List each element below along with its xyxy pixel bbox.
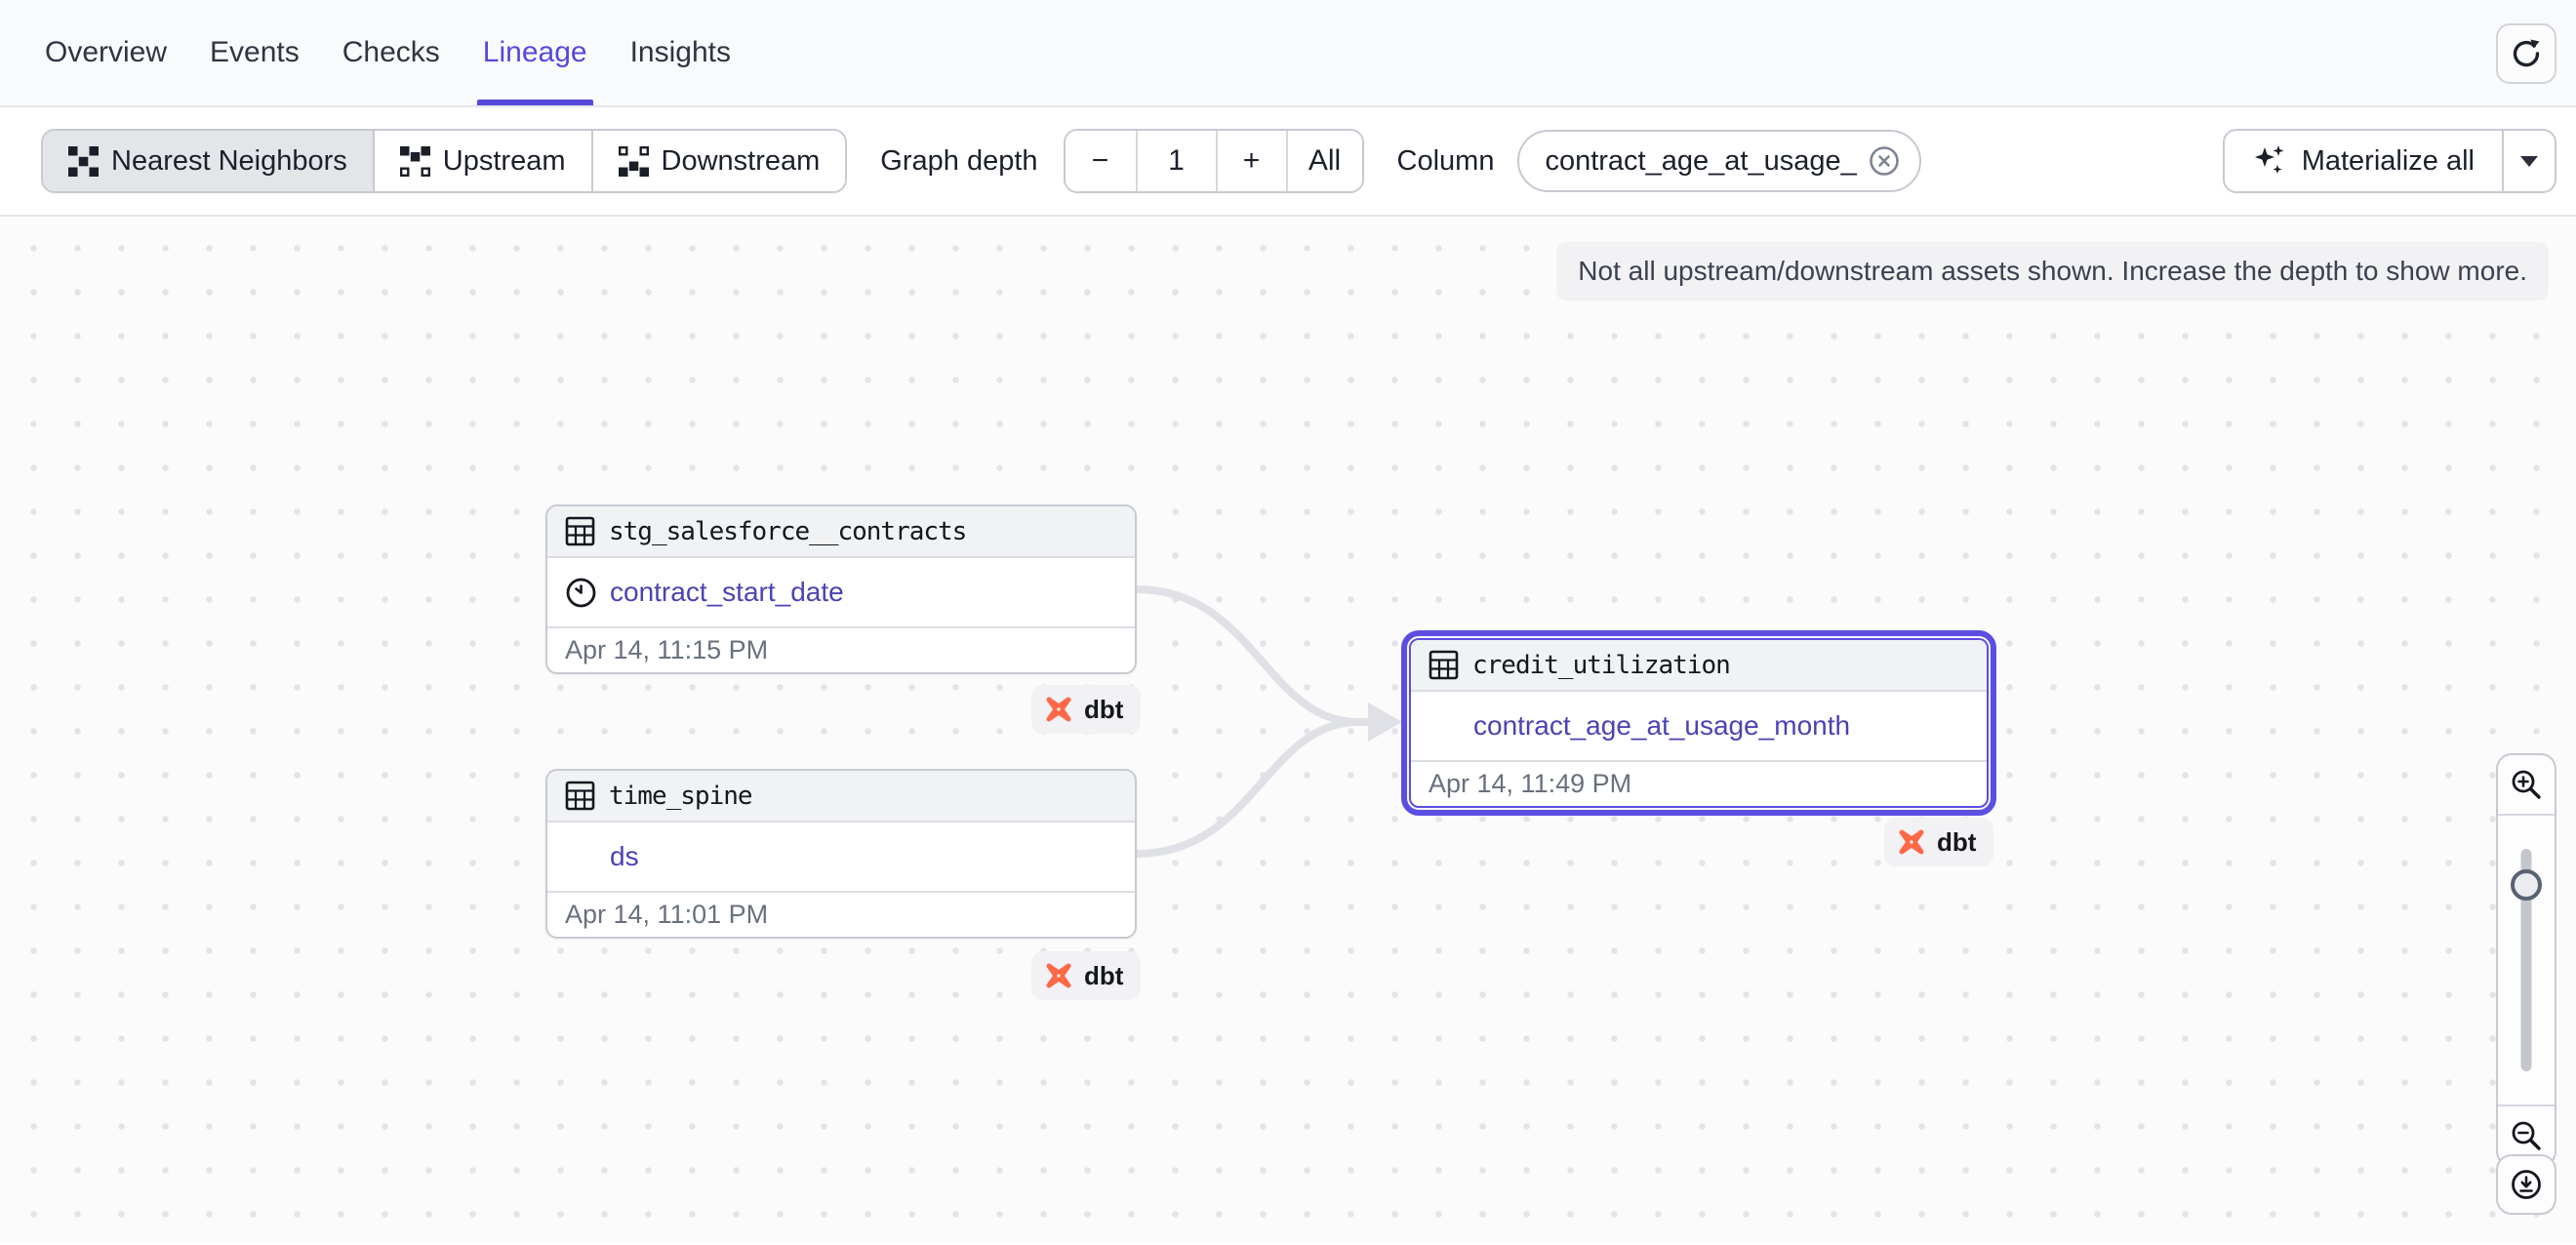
tab-bar: Overview Events Checks Lineage Insights [0, 0, 2576, 107]
column-filter-chip[interactable]: contract_age_at_usage_ [1517, 130, 1920, 192]
graph-depth-label: Graph depth [880, 145, 1037, 178]
view-mode-nearest-neighbors[interactable]: Nearest Neighbors [43, 131, 375, 191]
column-label: Column [1397, 145, 1495, 178]
asset-name: stg_salesforce__contracts [609, 517, 966, 546]
tab-insights[interactable]: Insights [630, 0, 731, 105]
tab-lineage[interactable]: Lineage [483, 0, 587, 105]
dbt-badge: dbt [1884, 818, 1993, 866]
lineage-toolbar: Nearest Neighbors Upstream Downs [0, 107, 2576, 217]
clock-icon [565, 577, 597, 609]
asset-node-body: ds [547, 823, 1135, 891]
table-icon [1429, 650, 1459, 680]
refresh-button[interactable] [2496, 23, 2556, 84]
downstream-icon [619, 146, 649, 177]
asset-name: time_spine [609, 782, 752, 811]
depth-all-button[interactable]: All [1288, 131, 1362, 191]
asset-node-credit-utilization[interactable]: credit_utilization contract_age_at_usage… [1409, 638, 1989, 808]
column-link[interactable]: ds [610, 841, 639, 872]
materialize-all-button[interactable]: Materialize all [2223, 129, 2504, 193]
depth-notice: Not all upstream/downstream assets shown… [1556, 242, 2549, 301]
dbt-badge-label: dbt [1937, 827, 1976, 858]
asset-node-body: contract_start_date [547, 558, 1135, 626]
dbt-logo-icon [1043, 694, 1074, 725]
upstream-icon [400, 146, 430, 177]
dbt-badge: dbt [1031, 951, 1141, 1000]
recenter-view-button[interactable] [2496, 1154, 2556, 1215]
depth-decrement-button[interactable]: − [1066, 131, 1138, 191]
asset-node-body: contract_age_at_usage_month [1411, 692, 1987, 760]
view-mode-group: Nearest Neighbors Upstream Downs [41, 129, 847, 193]
lineage-canvas[interactable]: Not all upstream/downstream assets shown… [0, 217, 2576, 1243]
depth-value: 1 [1138, 131, 1218, 191]
nearest-neighbors-icon [68, 146, 99, 177]
materialization-timestamp: Apr 14, 11:49 PM [1411, 760, 1987, 806]
graph-depth-stepper: − 1 + All [1064, 129, 1364, 193]
clear-filter-icon[interactable] [1869, 145, 1900, 177]
dbt-logo-icon [1043, 960, 1074, 991]
lineage-edges [0, 217, 2576, 1243]
zoom-out-icon [2510, 1119, 2543, 1152]
view-mode-label: Downstream [662, 145, 821, 178]
dbt-badge-label: dbt [1084, 961, 1123, 991]
refresh-icon [2510, 37, 2543, 70]
materialize-dropdown-button[interactable] [2504, 129, 2556, 193]
materialization-timestamp: Apr 14, 11:01 PM [547, 891, 1135, 937]
asset-node-header: time_spine [547, 771, 1135, 823]
edge-arrowhead [1368, 703, 1402, 742]
tab-overview[interactable]: Overview [45, 0, 167, 105]
asset-name: credit_utilization [1472, 651, 1730, 680]
zoom-in-icon [2510, 768, 2543, 801]
view-mode-upstream[interactable]: Upstream [375, 131, 593, 191]
sparkles-icon [2252, 143, 2287, 179]
dbt-badge-label: dbt [1084, 695, 1123, 725]
table-icon [565, 516, 595, 546]
materialize-label: Materialize all [2302, 145, 2475, 178]
asset-lineage-page: Overview Events Checks Lineage Insights … [0, 0, 2576, 1245]
asset-node-header: credit_utilization [1411, 640, 1987, 692]
zoom-slider-thumb[interactable] [2511, 869, 2542, 901]
recenter-icon [2509, 1167, 2544, 1202]
asset-tabs: Overview Events Checks Lineage Insights [45, 0, 731, 105]
asset-node-time-spine[interactable]: time_spine ds Apr 14, 11:01 PM [545, 769, 1137, 939]
zoom-in-button[interactable] [2498, 755, 2555, 816]
table-icon [565, 781, 595, 811]
view-mode-downstream[interactable]: Downstream [593, 131, 846, 191]
zoom-panel [2496, 753, 2556, 1167]
depth-increment-button[interactable]: + [1218, 131, 1288, 191]
tab-events[interactable]: Events [210, 0, 300, 105]
tab-checks[interactable]: Checks [342, 0, 440, 105]
column-link[interactable]: contract_age_at_usage_month [1473, 710, 1850, 742]
materialization-timestamp: Apr 14, 11:15 PM [547, 626, 1135, 672]
dbt-logo-icon [1896, 826, 1927, 858]
view-mode-label: Upstream [443, 145, 566, 178]
view-mode-label: Nearest Neighbors [111, 145, 347, 178]
column-link[interactable]: contract_start_date [610, 577, 844, 608]
asset-node-header: stg_salesforce__contracts [547, 506, 1135, 558]
dbt-badge: dbt [1031, 685, 1141, 734]
chevron-down-icon [2520, 156, 2538, 167]
asset-node-stg-salesforce-contracts[interactable]: stg_salesforce__contracts contract_start… [545, 504, 1137, 674]
materialize-split-button: Materialize all [2223, 129, 2556, 193]
zoom-slider[interactable] [2498, 816, 2555, 1104]
column-filter-value: contract_age_at_usage_ [1545, 145, 1856, 178]
